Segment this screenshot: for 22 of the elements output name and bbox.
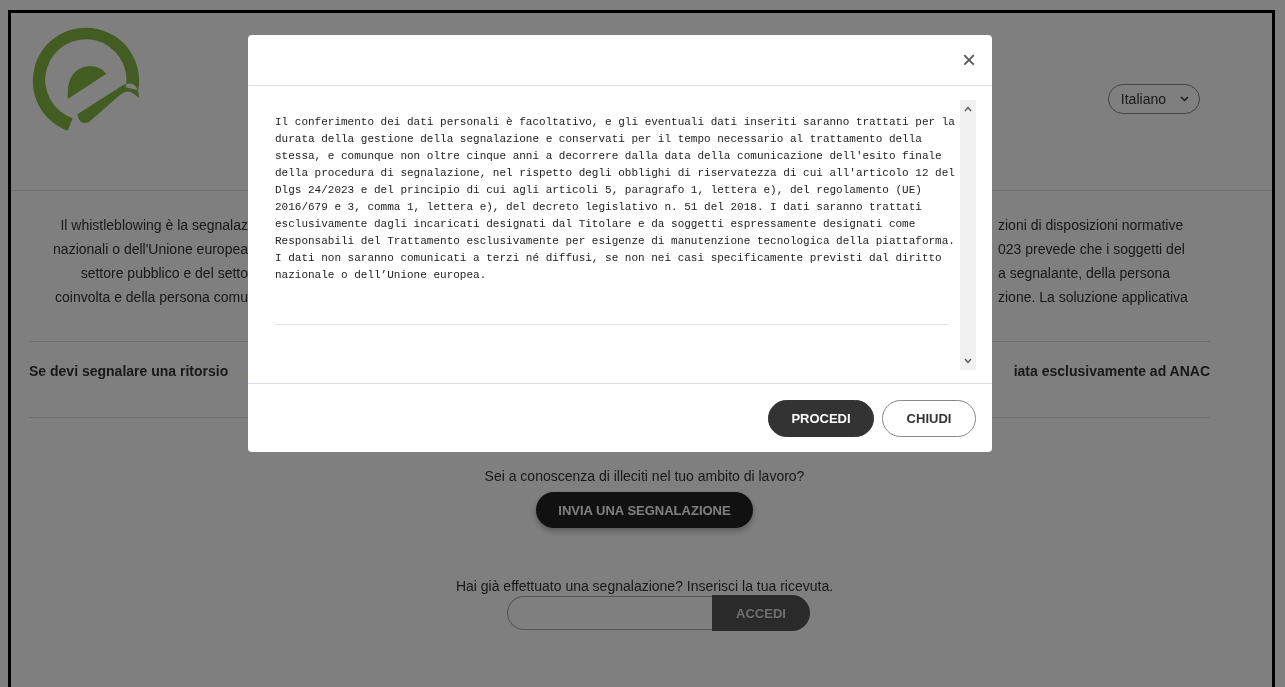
notice-text: Se devi segnalare una ritorsio [29, 362, 230, 381]
scroll-up-icon[interactable] [964, 106, 972, 112]
scroll-down-icon[interactable] [964, 358, 972, 364]
intro-text: Il whistleblowing è la segnalaz [59, 216, 248, 235]
privacy-text: Il conferimento dei dati personali è facoltativo, e gli eventuali dati inseriti saranno trattati per la durata della gestione della segnalazione e conservati per il tempo necessario al trattamento della stessa, e comunque non oltre cinque anni a decorrere dalla data della comunicazione dell'esito finale della procedura di segnalazione, nel rispetto degli obblighi di riservatezza di cui all'articolo 12 del Dlgs 24/2023 e del principio di cui agli articoli 5, paragrafo 1, lettera e), del regolamento (UE) 2016/679 e 3, comma 1, lettera e), del decreto legislativo n. 51 del 2018. I dati saranno trattati esclusivamente dagli incaricati designati dal Titolare e da soggetti espressamente designati come Responsabili del Trattamento esclusivamente per esigenze di manutenzione tecnologica della piattaforma. I dati non saranno comunicati a terzi né diffusi, se non nei casi specificamente previsti dal diritto nazionale o dell’Unione europea. [275, 115, 956, 283]
intro-text: zioni di disposizioni normative [998, 216, 1185, 235]
intro-text: settore pubblico e del setto [79, 264, 248, 283]
close-button[interactable]: × [958, 48, 980, 72]
notice-text: iata esclusivamente ad ANAC [1012, 362, 1210, 381]
report-question: Sei a conoscenza di illeciti nel tuo ambito di lavoro? [484, 468, 805, 484]
intro-text: a segnalante, della persona [998, 264, 1172, 283]
send-report-button[interactable]: INVIA UNA SEGNALAZIONE [536, 492, 753, 528]
proceed-button[interactable]: PROCEDI [768, 399, 874, 437]
intro-text: zione. La soluzione applicativa [998, 288, 1189, 307]
intro-text: 023 prevede che i soggetti del [998, 240, 1186, 259]
close-dialog-button[interactable]: CHIUDI [882, 399, 976, 437]
intro-text: coinvolta e della persona comu [54, 288, 248, 307]
chevron-down-icon [1180, 96, 1189, 102]
receipt-input-field[interactable] [507, 596, 712, 630]
receipt-prompt: Hai già effettuato una segnalazione? Inserisci la tua ricevuta. [455, 578, 834, 594]
scrollbar[interactable] [960, 100, 976, 370]
intro-text: nazionali o dell'Unione europea [52, 240, 248, 259]
